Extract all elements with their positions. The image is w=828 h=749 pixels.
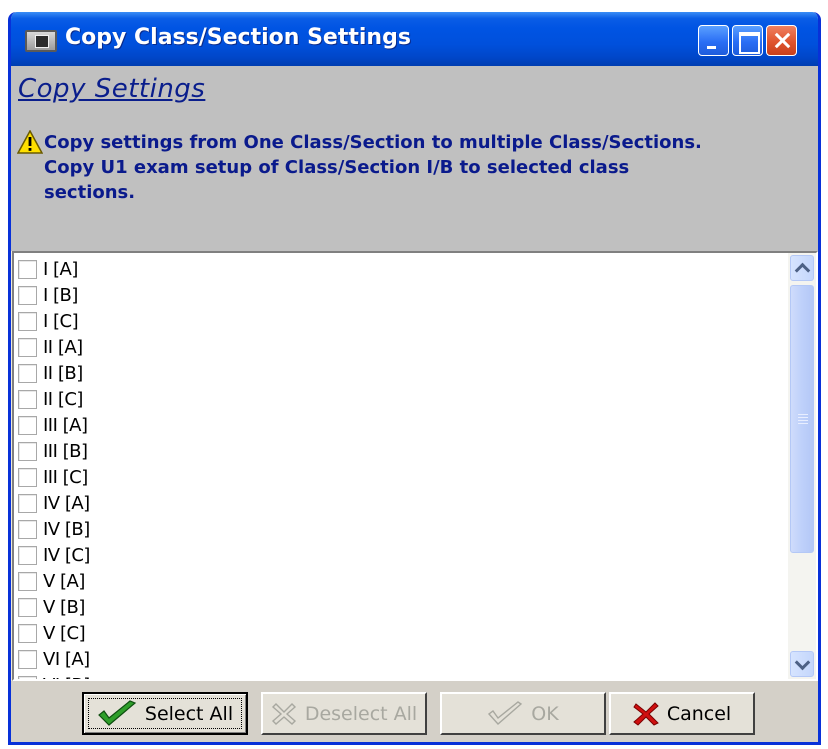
list-item-label: I [B] — [43, 284, 78, 306]
list-item[interactable]: II [A] — [18, 334, 90, 360]
list-item[interactable]: III [A] — [18, 412, 90, 438]
list-item-label: V [A] — [43, 570, 85, 592]
list-items: I [A] I [B] I [C] II [A] II [B] II [C] III [A]… — [18, 256, 90, 679]
info-header: Copy Settings Copy settings from One Cla… — [11, 66, 818, 251]
dialog-window: Copy Class/Section Settings Copy Setting… — [8, 12, 821, 745]
list-item-label: IV [B] — [43, 518, 90, 540]
class-section-list[interactable]: I [A] I [B] I [C] II [A] II [B] II [C] III [A]… — [12, 251, 818, 681]
list-item[interactable]: I [A] — [18, 256, 90, 282]
cancel-button[interactable]: Cancel — [609, 692, 755, 735]
list-item-label: V [B] — [43, 596, 85, 618]
list-item-checkbox[interactable] — [18, 545, 37, 565]
list-item-checkbox[interactable] — [18, 389, 37, 409]
red-x-icon — [633, 701, 659, 726]
ok-label: OK — [531, 702, 559, 725]
list-item[interactable]: VI [A] — [18, 646, 90, 672]
list-item-label: II [C] — [43, 388, 83, 410]
message-line: sections. — [44, 182, 136, 203]
list-item[interactable]: V [A] — [18, 568, 90, 594]
cancel-label: Cancel — [666, 702, 732, 725]
list-item-label: V [C] — [43, 622, 86, 644]
list-item-label: III [C] — [43, 466, 88, 488]
select-all-button[interactable]: Select All — [82, 692, 248, 735]
list-item-checkbox[interactable] — [18, 363, 37, 383]
maximize-button[interactable] — [732, 25, 763, 56]
scroll-down-button[interactable] — [790, 651, 814, 677]
list-item-checkbox[interactable] — [18, 441, 37, 461]
list-item-checkbox[interactable] — [18, 259, 37, 279]
list-item[interactable]: IV [B] — [18, 516, 90, 542]
button-bar: Select All Deselect All OK Cancel — [11, 681, 818, 742]
list-item-checkbox[interactable] — [18, 649, 37, 669]
cross-outline-icon — [271, 702, 296, 725]
list-item-checkbox[interactable] — [18, 467, 37, 487]
checkmark-outline-icon — [488, 700, 523, 725]
list-item[interactable]: III [B] — [18, 438, 90, 464]
list-item[interactable]: V [C] — [18, 620, 90, 646]
list-item-checkbox[interactable] — [18, 311, 37, 331]
list-item[interactable]: I [B] — [18, 282, 90, 308]
list-item-label: I [A] — [43, 258, 78, 280]
list-item-label: II [A] — [43, 336, 83, 358]
minimize-button[interactable] — [698, 25, 729, 56]
list-item-checkbox[interactable] — [18, 519, 37, 539]
vertical-scrollbar[interactable] — [788, 253, 816, 679]
list-item-label: III [A] — [43, 414, 88, 436]
scroll-thumb[interactable] — [790, 285, 814, 553]
list-item-checkbox[interactable] — [18, 285, 37, 305]
list-item[interactable]: IV [C] — [18, 542, 90, 568]
list-item-checkbox[interactable] — [18, 597, 37, 617]
list-item[interactable]: VI [B] — [18, 672, 90, 679]
deselect-all-label: Deselect All — [304, 702, 418, 725]
window-title: Copy Class/Section Settings — [65, 25, 411, 50]
section-heading: Copy Settings — [18, 74, 206, 104]
list-item-label: IV [A] — [43, 492, 90, 514]
message-line: Copy U1 exam setup of Class/Section I/B … — [44, 157, 630, 178]
app-icon[interactable] — [25, 30, 57, 52]
list-item-label: II [B] — [43, 362, 83, 384]
close-button[interactable] — [766, 25, 797, 56]
title-bar[interactable]: Copy Class/Section Settings — [11, 12, 818, 66]
list-item-label: III [B] — [43, 440, 88, 462]
message-line: Copy settings from One Class/Section to … — [44, 132, 702, 153]
warning-icon — [17, 130, 43, 154]
list-item[interactable]: V [B] — [18, 594, 90, 620]
deselect-all-button[interactable]: Deselect All — [261, 692, 427, 735]
list-item-label: IV [C] — [43, 544, 90, 566]
list-item-checkbox[interactable] — [18, 571, 37, 591]
ok-button[interactable]: OK — [440, 692, 606, 735]
focus-rectangle — [88, 698, 242, 729]
list-item-label: VI [A] — [43, 648, 90, 670]
list-item[interactable]: II [B] — [18, 360, 90, 386]
list-item-label: I [C] — [43, 310, 79, 332]
list-item[interactable]: IV [A] — [18, 490, 90, 516]
list-item-checkbox[interactable] — [18, 415, 37, 435]
list-item-checkbox[interactable] — [18, 493, 37, 513]
list-item[interactable]: III [C] — [18, 464, 90, 490]
list-item-checkbox[interactable] — [18, 623, 37, 643]
info-message: Copy settings from One Class/Section to … — [44, 130, 814, 205]
scroll-up-button[interactable] — [790, 255, 814, 281]
list-item[interactable]: II [C] — [18, 386, 90, 412]
list-item[interactable]: I [C] — [18, 308, 90, 334]
list-item-checkbox[interactable] — [18, 337, 37, 357]
